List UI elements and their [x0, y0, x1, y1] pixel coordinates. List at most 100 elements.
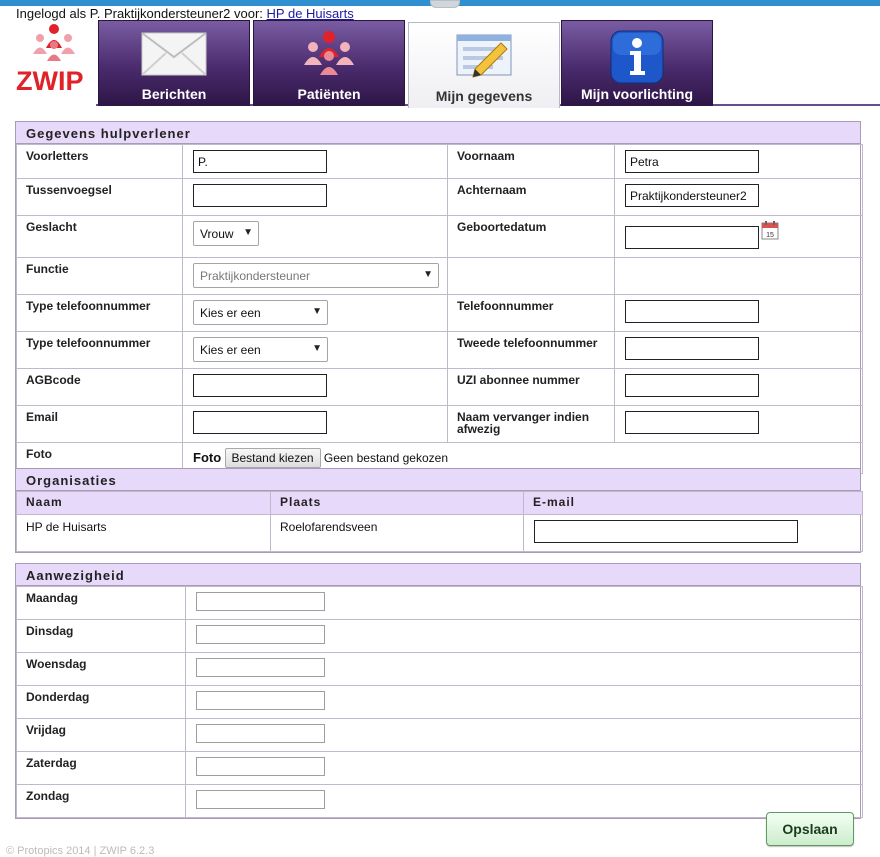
save-button[interactable]: Opslaan	[766, 812, 854, 846]
login-status-text: Ingelogd als P. Praktijkondersteuner2 vo…	[16, 6, 267, 21]
label-type-telefoon-1: Type telefoonnummer	[16, 294, 183, 332]
type-telefoon-1-select[interactable]: Kies er een ▼	[193, 300, 328, 325]
envelope-icon	[140, 29, 208, 80]
label-uzi: UZI abonnee nummer	[447, 368, 615, 406]
edit-form-icon	[453, 31, 515, 82]
org-naam: HP de Huisarts	[16, 514, 271, 552]
label-achternaam: Achternaam	[447, 178, 615, 216]
collapse-handle[interactable]	[430, 0, 460, 8]
voorletters-input[interactable]: P.	[193, 150, 327, 173]
tweede-telefoon-input[interactable]	[625, 337, 759, 360]
logo-text: ZWIP	[16, 66, 84, 96]
label-geslacht: Geslacht	[16, 215, 183, 258]
day-label: Zaterdag	[16, 751, 186, 785]
day-row: Maandag	[16, 586, 863, 620]
people-icon	[298, 29, 360, 80]
day-row: Dinsdag	[16, 619, 863, 653]
calendar-icon[interactable]: 15	[761, 220, 779, 240]
aanwezigheid-table: Maandag Dinsdag Woensdag Donderdag Vrijd…	[16, 586, 863, 818]
day-label: Zondag	[16, 784, 186, 818]
tussenvoegsel-input[interactable]	[193, 184, 327, 207]
day-label: Vrijdag	[16, 718, 186, 752]
day-label: Maandag	[16, 586, 186, 620]
vervanger-input[interactable]	[625, 411, 759, 434]
label-geboortedatum: Geboortedatum	[447, 215, 615, 258]
label-tussenvoegsel: Tussenvoegsel	[16, 178, 183, 216]
label-email: Email	[16, 405, 183, 443]
section-aanwezigheid: Aanwezigheid Maandag Dinsdag Woensdag Do…	[15, 563, 863, 819]
foto-inline-label: Foto	[193, 450, 222, 465]
type-telefoon-1-value: Kies er een	[200, 306, 261, 320]
geslacht-select[interactable]: Vrouw ▼	[193, 221, 259, 246]
section-hulpverlener: Gegevens hulpverlener Voorletters P. Voo…	[15, 121, 863, 475]
login-status: Ingelogd als P. Praktijkondersteuner2 vo…	[16, 6, 354, 21]
section-organisaties: Organisaties Naam Plaats E-mail HP de Hu…	[15, 468, 863, 553]
day-row: Donderdag	[16, 685, 863, 719]
info-icon	[609, 29, 665, 88]
caret-down-icon: ▼	[312, 306, 322, 317]
practice-link[interactable]: HP de Huisarts	[267, 6, 354, 21]
zondag-input[interactable]	[196, 790, 325, 809]
empty-cell	[447, 257, 615, 295]
hulpverlener-form: Voorletters P. Voornaam Petra Tussenvoeg…	[16, 144, 863, 474]
day-row: Zondag	[16, 784, 863, 818]
svg-text:15: 15	[766, 232, 774, 239]
day-label: Woensdag	[16, 652, 186, 686]
type-telefoon-2-select[interactable]: Kies er een ▼	[193, 337, 328, 362]
section-title: Aanwezigheid	[16, 564, 860, 586]
footer-copyright: © Protopics 2014 | ZWIP 6.2.3	[6, 845, 155, 857]
achternaam-input[interactable]: Praktijkondersteuner2	[625, 184, 759, 207]
tab-mijn-gegevens[interactable]: Mijn gegevens	[408, 22, 560, 108]
zaterdag-input[interactable]	[196, 757, 325, 776]
maandag-input[interactable]	[196, 592, 325, 611]
geslacht-value: Vrouw	[200, 227, 234, 241]
geboortedatum-input[interactable]	[625, 226, 759, 249]
zwip-logo: ZWIP	[12, 22, 96, 102]
tab-label: Berichten	[141, 86, 207, 102]
tab-label: Mijn gegevens	[435, 88, 533, 104]
label-tweede-telefoon: Tweede telefoonnummer	[447, 331, 615, 369]
day-row: Vrijdag	[16, 718, 863, 752]
organisaties-table: Naam Plaats E-mail HP de Huisarts Roelof…	[16, 491, 863, 552]
label-agbcode: AGBcode	[16, 368, 183, 406]
empty-cell	[614, 257, 863, 295]
section-title: Organisaties	[16, 469, 860, 491]
label-voornaam: Voornaam	[447, 144, 615, 179]
people-logo-icon	[33, 24, 75, 61]
label-type-telefoon-2: Type telefoonnummer	[16, 331, 183, 369]
functie-select: Praktijkondersteuner ▼	[193, 263, 439, 288]
column-header: Naam	[16, 491, 271, 515]
telefoonnummer-input[interactable]	[625, 300, 759, 323]
tab-patienten[interactable]: Patiënten	[253, 20, 405, 106]
agbcode-input[interactable]	[193, 374, 327, 397]
org-plaats: Roelofarendsveen	[270, 514, 524, 552]
functie-value: Praktijkondersteuner	[200, 269, 311, 283]
caret-down-icon: ▼	[243, 227, 253, 238]
column-header: E-mail	[523, 491, 863, 515]
label-functie: Functie	[16, 257, 183, 295]
tab-berichten[interactable]: Berichten	[98, 20, 250, 106]
vrijdag-input[interactable]	[196, 724, 325, 743]
type-telefoon-2-value: Kies er een	[200, 343, 261, 357]
woensdag-input[interactable]	[196, 658, 325, 677]
label-voorletters: Voorletters	[16, 144, 183, 179]
voornaam-input[interactable]: Petra	[625, 150, 759, 173]
uzi-input[interactable]	[625, 374, 759, 397]
dinsdag-input[interactable]	[196, 625, 325, 644]
file-status: Geen bestand gekozen	[323, 451, 449, 465]
day-label: Donderdag	[16, 685, 186, 719]
donderdag-input[interactable]	[196, 691, 325, 710]
column-header: Plaats	[270, 491, 524, 515]
caret-down-icon: ▼	[423, 269, 433, 280]
org-email-input[interactable]	[534, 520, 798, 543]
caret-down-icon: ▼	[312, 343, 322, 354]
section-title: Gegevens hulpverlener	[16, 122, 860, 144]
label-vervanger: Naam vervanger indien afwezig	[447, 405, 615, 443]
email-input[interactable]	[193, 411, 327, 434]
day-label: Dinsdag	[16, 619, 186, 653]
tab-mijn-voorlichting[interactable]: Mijn voorlichting	[561, 20, 713, 106]
file-choose-button[interactable]: Bestand kiezen	[224, 448, 321, 468]
label-telefoonnummer: Telefoonnummer	[447, 294, 615, 332]
tab-label: Patiënten	[297, 86, 361, 102]
day-row: Zaterdag	[16, 751, 863, 785]
